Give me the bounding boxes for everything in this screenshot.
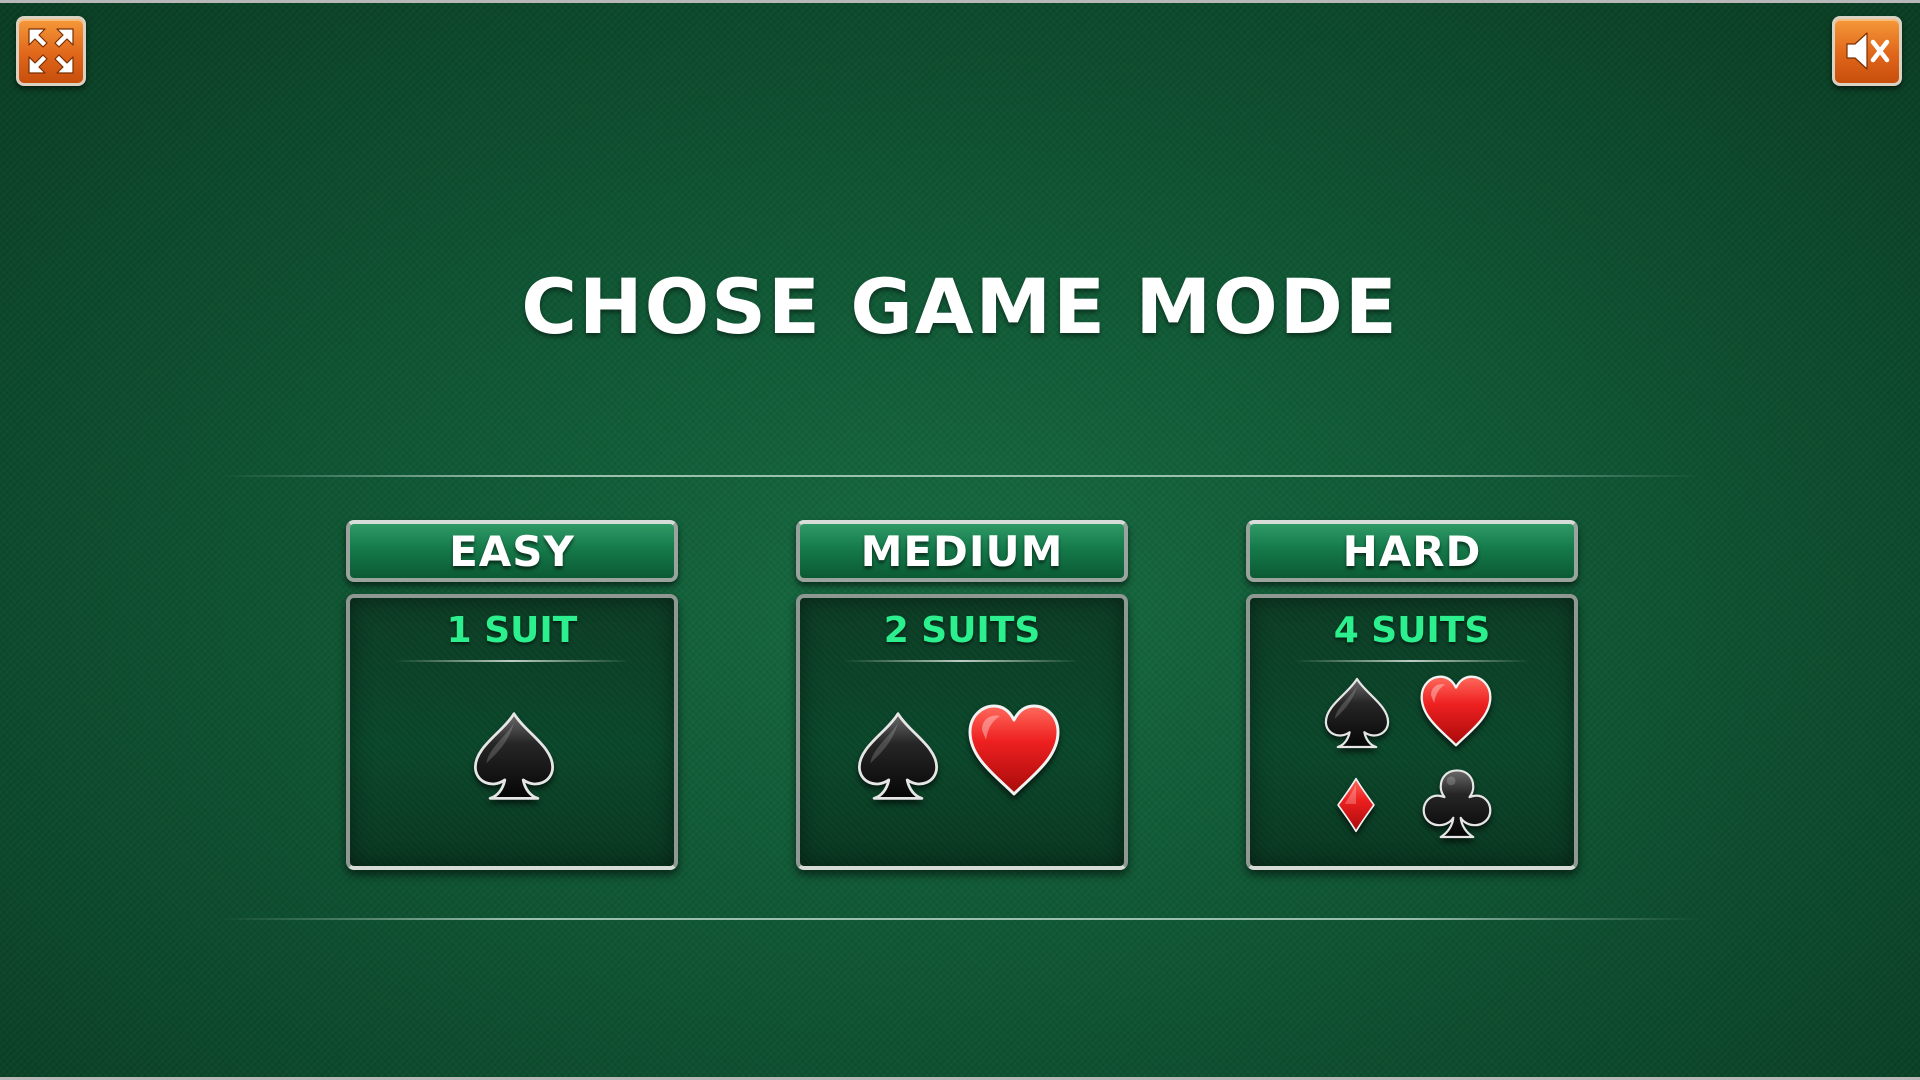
mode-hard-panel[interactable]: 4 SUITS [1246,594,1578,870]
spade-icon [468,710,560,802]
fullscreen-button[interactable] [16,16,86,86]
mode-easy-header[interactable]: EASY [346,520,678,582]
mode-hard-button[interactable]: HARD 4 SUITS [1246,520,1578,870]
heart-icon [960,700,1068,800]
mode-easy-label: EASY [449,526,575,576]
diamond-icon [1328,768,1384,842]
mode-easy-panel[interactable]: 1 SUIT [346,594,678,870]
mode-medium-button[interactable]: MEDIUM 2 SUITS [796,520,1128,870]
panel-divider [1294,660,1530,662]
club-icon [1420,766,1494,840]
page-title: CHOSE GAME MODE [521,262,1399,351]
top-border [0,0,1920,3]
speaker-muted-icon [1846,32,1890,70]
mode-hard-label: HARD [1342,526,1482,576]
mute-button[interactable] [1832,16,1902,86]
fullscreen-expand-icon [28,28,74,74]
panel-divider [844,660,1080,662]
heart-icon [1414,672,1498,750]
spade-icon [852,710,944,802]
mode-medium-header[interactable]: MEDIUM [796,520,1128,582]
mode-medium-panel[interactable]: 2 SUITS [796,594,1128,870]
spade-icon [1320,676,1394,750]
mode-medium-suit-count: 2 SUITS [883,610,1041,651]
mode-easy-suit-count: 1 SUIT [446,610,578,651]
bottom-divider [220,918,1700,920]
panel-divider [394,660,630,662]
mode-hard-suit-count: 4 SUITS [1333,610,1491,651]
mode-medium-label: MEDIUM [860,526,1064,576]
top-divider [220,475,1700,477]
mode-easy-button[interactable]: EASY 1 SUIT [346,520,678,870]
mode-hard-header[interactable]: HARD [1246,520,1578,582]
